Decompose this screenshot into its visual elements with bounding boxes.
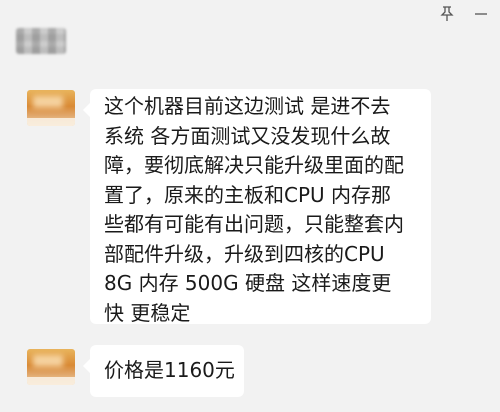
pin-icon[interactable] xyxy=(432,2,462,26)
chat-header xyxy=(0,0,500,74)
message-bubble[interactable]: 这个机器目前这边测试 是进不去 系统 各方面测试又没发现什么故 障，要彻底解决只… xyxy=(83,89,431,325)
window-actions xyxy=(432,2,496,26)
message-text: 这个机器目前这边测试 是进不去 系统 各方面测试又没发现什么故 障，要彻底解决只… xyxy=(104,94,404,325)
avatar[interactable] xyxy=(27,90,75,126)
minimize-icon[interactable] xyxy=(466,2,496,26)
contact-name-blurred xyxy=(16,28,66,54)
avatar[interactable] xyxy=(27,349,75,385)
message-bubble[interactable]: 价格是1160元 xyxy=(83,345,244,397)
message-text: 价格是1160元 xyxy=(104,358,235,382)
